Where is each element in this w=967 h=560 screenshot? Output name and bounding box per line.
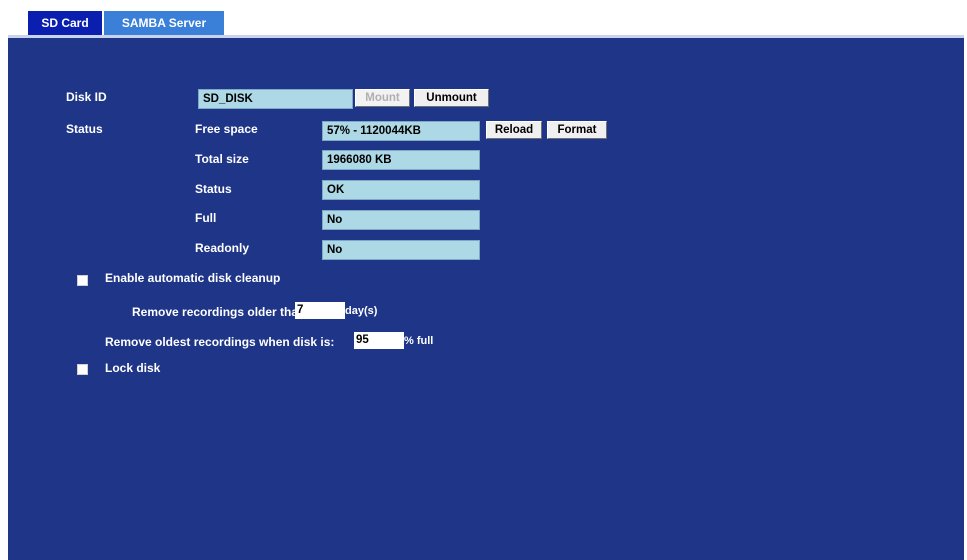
lock-disk-checkbox[interactable] bbox=[77, 364, 88, 375]
enable-cleanup-label: Enable automatic disk cleanup bbox=[105, 271, 281, 285]
free-space-label: Free space bbox=[195, 122, 258, 136]
readonly-field: No bbox=[322, 240, 480, 260]
unmount-button[interactable]: Unmount bbox=[414, 89, 489, 107]
status-field: OK bbox=[322, 180, 480, 200]
older-than-label: Remove recordings older than: bbox=[132, 305, 310, 319]
disk-id-label: Disk ID bbox=[66, 90, 107, 104]
total-size-field: 1966080 KB bbox=[322, 150, 480, 170]
older-than-unit: day(s) bbox=[345, 305, 378, 317]
disk-id-field: SD_DISK bbox=[198, 89, 353, 109]
tab-sd-card[interactable]: SD Card bbox=[28, 11, 102, 35]
total-size-label: Total size bbox=[195, 152, 249, 166]
disk-full-label: Remove oldest recordings when disk is: bbox=[105, 335, 335, 349]
free-space-field: 57% - 1120044KB bbox=[322, 121, 480, 141]
status-label: Status bbox=[195, 182, 232, 196]
disk-full-unit: % full bbox=[404, 335, 434, 347]
reload-button[interactable]: Reload bbox=[486, 121, 542, 139]
tab-samba-server[interactable]: SAMBA Server bbox=[104, 11, 224, 35]
status-section-label: Status bbox=[66, 122, 103, 136]
readonly-label: Readonly bbox=[195, 241, 250, 255]
format-button[interactable]: Format bbox=[547, 121, 607, 139]
full-field: No bbox=[322, 210, 480, 230]
older-than-input[interactable] bbox=[295, 302, 345, 319]
disk-full-input[interactable] bbox=[354, 332, 404, 349]
sd-card-panel: Disk ID SD_DISK Mount Unmount Status Fre… bbox=[8, 38, 964, 560]
enable-cleanup-checkbox[interactable] bbox=[77, 275, 88, 286]
full-label: Full bbox=[195, 211, 217, 225]
mount-button[interactable]: Mount bbox=[355, 89, 410, 107]
lock-disk-label: Lock disk bbox=[105, 361, 161, 375]
